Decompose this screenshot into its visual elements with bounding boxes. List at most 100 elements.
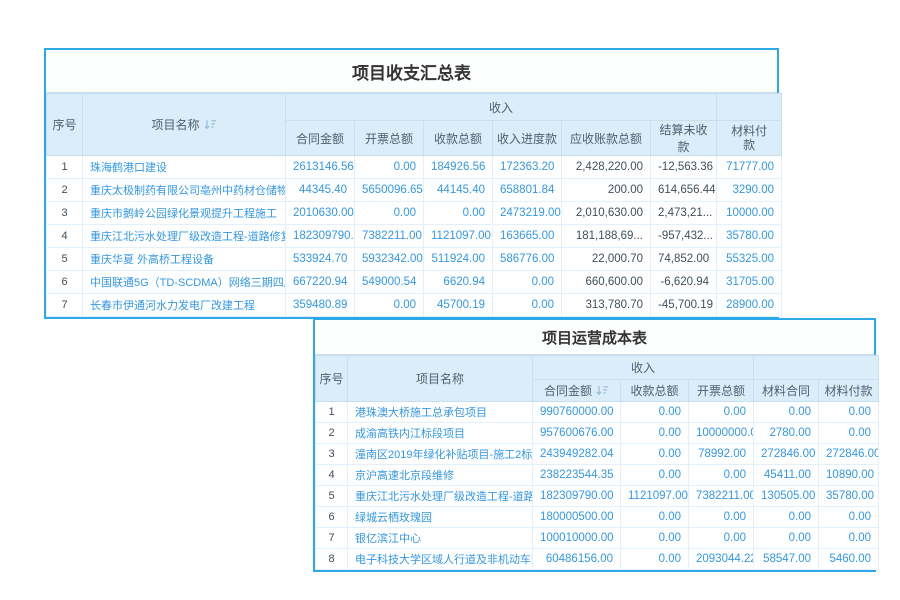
income-summary-table: 项目收支汇总表序号项目名称收入合同金额开票总额收款总额收入进度款应收账款总额结算… <box>44 48 779 319</box>
value-cell: 35780.00 <box>717 225 782 248</box>
value-cell: 660,600.00 <box>562 271 651 294</box>
row-index: 1 <box>47 156 83 179</box>
value-cell: 31705.00 <box>717 271 782 294</box>
value-cell: 2010630.00 <box>286 202 355 225</box>
col-header-1: 开票总额 <box>355 121 424 156</box>
sort-icon[interactable] <box>204 119 217 130</box>
col-header-empty-group <box>754 356 879 380</box>
col-header-0[interactable]: 合同金额 <box>533 380 621 402</box>
value-cell: 184926.56 <box>424 156 493 179</box>
value-cell: 0.00 <box>621 528 689 549</box>
value-cell: 71777.00 <box>717 156 782 179</box>
sort-icon[interactable] <box>596 385 609 396</box>
table-row: 4重庆江北污水处理厂级改造工程-道路修复工程182309790.00738221… <box>47 225 782 248</box>
value-cell: 511924.00 <box>424 248 493 271</box>
row-index: 6 <box>47 271 83 294</box>
value-cell: 1121097.00 <box>621 486 689 507</box>
value-cell: 5932342.00 <box>355 248 424 271</box>
value-cell: 0.00 <box>621 444 689 465</box>
value-cell: 7382211.00 <box>355 225 424 248</box>
value-cell: -45,700.19 <box>651 294 717 317</box>
value-cell: 313,780.70 <box>562 294 651 317</box>
value-cell: 10000000.00 <box>689 423 754 444</box>
table-row: 1珠海鹤港口建设2613146.560.00184926.56172363.20… <box>47 156 782 179</box>
col-header-0: 合同金额 <box>286 121 355 156</box>
value-cell: -6,620.94 <box>651 271 717 294</box>
project-name-link[interactable]: 重庆市鹅岭公园绿化景观提升工程施工 <box>83 202 286 225</box>
value-cell: 238223544.35 <box>533 465 621 486</box>
value-cell: 7382211.00 <box>689 486 754 507</box>
value-cell: 28900.00 <box>717 294 782 317</box>
col-header-label: 收款总额 <box>434 130 482 147</box>
project-name-link[interactable]: 绿城云栖玫瑰园 <box>348 507 533 528</box>
value-cell: 10890.00 <box>819 465 879 486</box>
table-row: 7长春市伊通河水力发电厂改建工程359480.890.0045700.190.0… <box>47 294 782 317</box>
value-cell: 2780.00 <box>754 423 819 444</box>
value-cell: 0.00 <box>819 528 879 549</box>
value-cell: 0.00 <box>621 465 689 486</box>
col-header-label: 应收账款总额 <box>570 130 642 147</box>
project-name-link[interactable]: 中国联通5G（TD-SCDMA）网络三期四川工程 <box>83 271 286 294</box>
project-name-link[interactable]: 重庆华夏 外高桥工程设备 <box>83 248 286 271</box>
project-name-link[interactable]: 京沪高速北京段维修 <box>348 465 533 486</box>
col-header-income-group: 收入 <box>533 356 754 380</box>
col-header-label: 合同金额 <box>296 130 344 147</box>
value-cell: 533924.70 <box>286 248 355 271</box>
value-cell: 6620.94 <box>424 271 493 294</box>
value-cell: 243949282.04 <box>533 444 621 465</box>
project-name-link[interactable]: 潼南区2019年绿化补贴项目-施工2标段 <box>348 444 533 465</box>
value-cell: 180000500.00 <box>533 507 621 528</box>
col-header-label: 结算未收款 <box>654 121 713 155</box>
value-cell: 2473219.00 <box>493 202 562 225</box>
col-header-5: 结算未收款 <box>651 121 717 156</box>
col-header-name[interactable]: 项目名称 <box>83 94 286 156</box>
col-header-label: 收入进度款 <box>497 130 557 147</box>
value-cell: 130505.00 <box>754 486 819 507</box>
row-index: 3 <box>316 444 348 465</box>
row-index: 5 <box>47 248 83 271</box>
operating-cost-table: 项目运营成本表序号项目名称收入合同金额收款总额开票总额材料合同材料付款1港珠澳大… <box>313 318 876 572</box>
value-cell: 100010000.00 <box>533 528 621 549</box>
value-cell: 45700.19 <box>424 294 493 317</box>
project-name-link[interactable]: 珠海鹤港口建设 <box>83 156 286 179</box>
value-cell: 586776.00 <box>493 248 562 271</box>
row-index: 2 <box>47 179 83 202</box>
row-index: 8 <box>316 549 348 570</box>
col-header-label: 开票总额 <box>697 382 745 399</box>
table-row: 5重庆江北污水处理厂级改造工程-道路修复工程182309790.00112109… <box>316 486 879 507</box>
table-title: 项目收支汇总表 <box>46 50 777 93</box>
col-header-name-label: 项目名称 <box>151 116 199 133</box>
value-cell: 2093044.22 <box>689 549 754 570</box>
project-name-link[interactable]: 重庆太极制药有限公司亳州中药材仓储物流园 <box>83 179 286 202</box>
table-row: 6中国联通5G（TD-SCDMA）网络三期四川工程667220.94549000… <box>47 271 782 294</box>
col-header-4: 应收账款总额 <box>562 121 651 156</box>
value-cell: 0.00 <box>754 507 819 528</box>
header-group-row: 序号项目名称收入 <box>316 356 879 380</box>
project-name-link[interactable]: 港珠澳大桥施工总承包项目 <box>348 402 533 423</box>
value-cell: 1121097.00 <box>424 225 493 248</box>
col-header-name: 项目名称 <box>348 356 533 402</box>
row-index: 7 <box>47 294 83 317</box>
project-name-link[interactable]: 成渝高铁内江标段项目 <box>348 423 533 444</box>
value-cell: 182309790.00 <box>286 225 355 248</box>
project-name-link[interactable]: 重庆江北污水处理厂级改造工程-道路修复工程 <box>83 225 286 248</box>
value-cell: 0.00 <box>621 507 689 528</box>
value-cell: 359480.89 <box>286 294 355 317</box>
value-cell: 60486156.00 <box>533 549 621 570</box>
col-header-2: 收款总额 <box>424 121 493 156</box>
value-cell: 2613146.56 <box>286 156 355 179</box>
project-name-link[interactable]: 银亿滨江中心 <box>348 528 533 549</box>
project-name-link[interactable]: 长春市伊通河水力发电厂改建工程 <box>83 294 286 317</box>
col-header-index: 序号 <box>316 356 348 402</box>
header-group-row: 序号项目名称收入 <box>47 94 782 121</box>
value-cell: 44345.40 <box>286 179 355 202</box>
value-cell: 3290.00 <box>717 179 782 202</box>
project-name-link[interactable]: 重庆江北污水处理厂级改造工程-道路修复工程 <box>348 486 533 507</box>
value-cell: 0.00 <box>689 507 754 528</box>
project-name-link[interactable]: 电子科技大学区域人行道及非机动车道工程 <box>348 549 533 570</box>
col-header-income-group: 收入 <box>286 94 717 121</box>
value-cell: 658801.84 <box>493 179 562 202</box>
value-cell: -957,432... <box>651 225 717 248</box>
value-cell: 0.00 <box>819 507 879 528</box>
value-cell: 0.00 <box>819 423 879 444</box>
